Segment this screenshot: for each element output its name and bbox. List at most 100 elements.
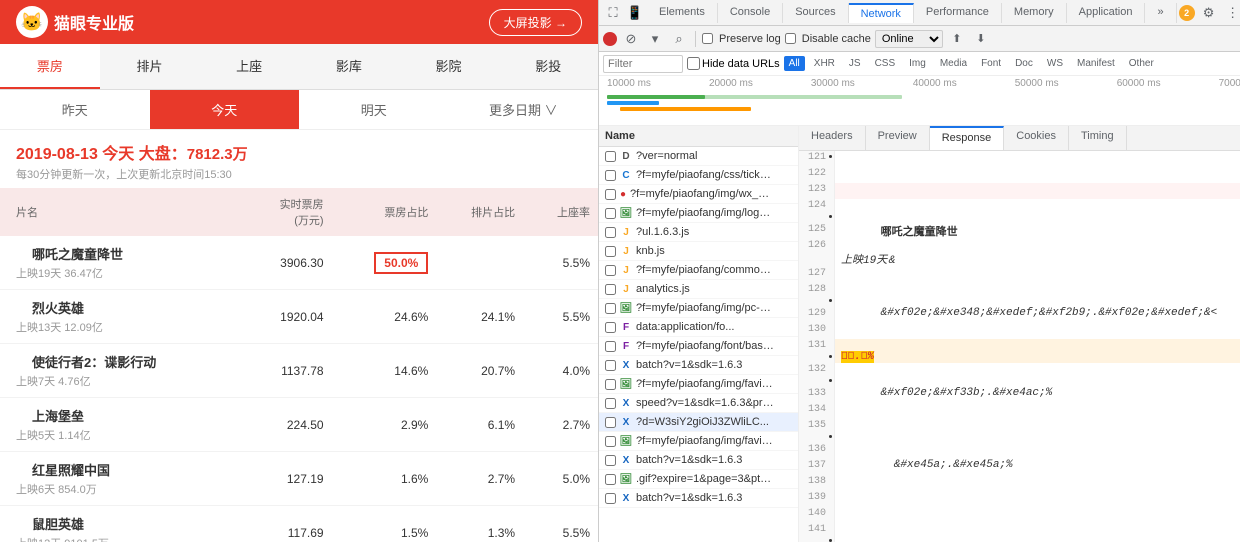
file-list-item[interactable]: X batch?v=1&sdk=1.6.3 — [599, 489, 798, 508]
file-list-item[interactable]: ● ?f=myfe/piaofang/img/wx_pi... — [599, 185, 798, 204]
file-name: knb.js — [636, 245, 665, 257]
type-filter-media[interactable]: Media — [935, 56, 972, 71]
filter-icon[interactable]: ▾ — [645, 29, 665, 49]
table-row[interactable]: 哪吒之魔童降世 上映19天 36.47亿 3906.30 50.0% 5.5% — [0, 236, 598, 290]
type-filter-manifest[interactable]: Manifest — [1072, 56, 1120, 71]
table-row[interactable]: 鼠胆英雄 上映12天 9101.5万 117.69 1.5% 1.3% 5.5% — [0, 506, 598, 542]
file-list-item[interactable]: F ?f=myfe/piaofang/font/base... — [599, 337, 798, 356]
type-filter-all[interactable]: All — [784, 56, 805, 71]
file-list-item[interactable]: X ?d=W3siY2giOiJ3ZWliLC... — [599, 413, 798, 432]
date-tab-today[interactable]: 今天 — [150, 90, 300, 129]
file-checkbox[interactable] — [605, 303, 616, 314]
file-checkbox[interactable] — [605, 417, 616, 428]
tab-console[interactable]: Console — [718, 3, 783, 23]
nav-item-排片[interactable]: 排片 — [100, 44, 200, 89]
file-list-item[interactable]: C ?f=myfe/piaofang/css/ticket-... — [599, 166, 798, 185]
clear-button[interactable]: ⊘ — [621, 29, 641, 49]
response-tab-timing[interactable]: Timing — [1069, 126, 1127, 150]
file-list-item[interactable]: 🖼 ?f=myfe/piaofang/img/favico... — [599, 432, 798, 451]
app-title: 猫眼专业版 — [54, 10, 134, 34]
disable-cache-checkbox[interactable] — [785, 33, 796, 44]
nav-item-票房[interactable]: 票房 — [0, 44, 100, 89]
tab-memory[interactable]: Memory — [1002, 3, 1067, 23]
devtools-device-icon[interactable]: 📱 — [625, 3, 645, 23]
file-checkbox[interactable] — [605, 455, 616, 466]
file-checkbox[interactable] — [605, 170, 616, 181]
type-filter-js[interactable]: JS — [844, 56, 866, 71]
tab-performance[interactable]: Performance — [914, 3, 1002, 23]
file-list-item[interactable]: J knb.js — [599, 242, 798, 261]
response-tab-response[interactable]: Response — [930, 126, 1005, 150]
hide-data-urls-checkbox[interactable] — [687, 57, 700, 70]
response-tab-preview[interactable]: Preview — [866, 126, 930, 150]
file-list-item[interactable]: J analytics.js — [599, 280, 798, 299]
upload-icon[interactable]: ⬆ — [947, 29, 967, 49]
table-row[interactable]: 烈火英雄 上映13天 12.09亿 1920.04 24.6% 24.1% 5.… — [0, 290, 598, 344]
type-filter-css[interactable]: CSS — [870, 56, 901, 71]
file-checkbox[interactable] — [605, 208, 616, 219]
timeline-label-2: 20000 ms — [709, 78, 753, 89]
file-list-item[interactable]: D ?ver=normal — [599, 147, 798, 166]
big-screen-button[interactable]: 大屏投影 → — [489, 9, 582, 36]
file-list-item[interactable]: F data:application/fo... — [599, 318, 798, 337]
file-checkbox[interactable] — [605, 436, 616, 447]
file-list-item[interactable]: 🖼 ?f=myfe/piaofang/img/favico... — [599, 375, 798, 394]
type-filter-ws[interactable]: WS — [1042, 56, 1068, 71]
type-filter-doc[interactable]: Doc — [1010, 56, 1038, 71]
file-list-item[interactable]: X batch?v=1&sdk=1.6.3 — [599, 451, 798, 470]
file-list-item[interactable]: 🖼 ?f=myfe/piaofang/img/logo_... — [599, 204, 798, 223]
file-checkbox[interactable] — [605, 398, 616, 409]
type-filter-img[interactable]: Img — [904, 56, 931, 71]
nav-item-影院[interactable]: 影院 — [399, 44, 499, 89]
file-checkbox[interactable] — [605, 474, 616, 485]
devtools-inspect-icon[interactable]: ⛶ — [603, 3, 623, 23]
devtools-settings-icon[interactable]: ⚙ — [1199, 3, 1219, 23]
file-checkbox[interactable] — [605, 189, 616, 200]
file-checkbox[interactable] — [605, 227, 616, 238]
nav-item-影投[interactable]: 影投 — [498, 44, 598, 89]
type-filter-other[interactable]: Other — [1124, 56, 1159, 71]
date-tab-yesterday[interactable]: 昨天 — [0, 90, 150, 129]
file-checkbox[interactable] — [605, 341, 616, 352]
devtools-more-icon[interactable]: ⋮ — [1223, 3, 1240, 23]
file-checkbox[interactable] — [605, 379, 616, 390]
file-checkbox[interactable] — [605, 151, 616, 162]
file-list-item[interactable]: J ?ul.1.6.3.js — [599, 223, 798, 242]
file-checkbox[interactable] — [605, 265, 616, 276]
filter-input[interactable] — [603, 55, 683, 73]
date-tab-more[interactable]: 更多日期 ∨ — [449, 90, 599, 129]
search-icon[interactable]: ⌕ — [669, 29, 689, 49]
tab-more[interactable]: » — [1145, 3, 1176, 23]
type-filter-xhr[interactable]: XHR — [809, 56, 840, 71]
tab-elements[interactable]: Elements — [647, 3, 718, 23]
type-filter-font[interactable]: Font — [976, 56, 1006, 71]
tab-application[interactable]: Application — [1067, 3, 1146, 23]
file-checkbox[interactable] — [605, 246, 616, 257]
response-tab-cookies[interactable]: Cookies — [1004, 126, 1069, 150]
tab-sources[interactable]: Sources — [783, 3, 848, 23]
file-checkbox[interactable] — [605, 284, 616, 295]
tab-network[interactable]: Network — [849, 3, 914, 23]
file-list-item[interactable]: X speed?v=1&sdk=1.6.3&proje... — [599, 394, 798, 413]
date-tab-tomorrow[interactable]: 明天 — [299, 90, 449, 129]
file-checkbox[interactable] — [605, 493, 616, 504]
file-list-item[interactable]: 🖼 ?f=myfe/piaofang/img/pc-spr... — [599, 299, 798, 318]
file-list-item[interactable]: J ?f=myfe/piaofang/common/f... — [599, 261, 798, 280]
file-checkbox[interactable] — [605, 360, 616, 371]
network-throttle-select[interactable]: Online Offline Slow 3G Fast 3G — [875, 30, 943, 48]
preserve-log-checkbox[interactable] — [702, 33, 713, 44]
file-list-item[interactable]: X batch?v=1&sdk=1.6.3 — [599, 356, 798, 375]
table-row[interactable]: 使徒行者2：谍影行动 上映7天 4.76亿 1137.78 14.6% 20.7… — [0, 344, 598, 398]
nav-item-影库[interactable]: 影库 — [299, 44, 399, 89]
table-row[interactable]: 红星照耀中国 上映6天 854.0万 127.19 1.6% 2.7% 5.0% — [0, 452, 598, 506]
file-name: ?ul.1.6.3.js — [636, 226, 689, 238]
file-list-item[interactable]: 🖼 .gif?expire=1&page=3&pt_s... — [599, 470, 798, 489]
record-button[interactable] — [603, 32, 617, 46]
hide-data-urls-label: Hide data URLs — [687, 57, 780, 70]
file-checkbox[interactable] — [605, 322, 616, 333]
table-row[interactable]: 上海堡垒 上映5天 1.14亿 224.50 2.9% 6.1% 2.7% — [0, 398, 598, 452]
download-icon[interactable]: ⬇ — [971, 29, 991, 49]
nav-item-上座[interactable]: 上座 — [199, 44, 299, 89]
response-tab-headers[interactable]: Headers — [799, 126, 866, 150]
logo-icon: 🐱 — [16, 6, 48, 38]
